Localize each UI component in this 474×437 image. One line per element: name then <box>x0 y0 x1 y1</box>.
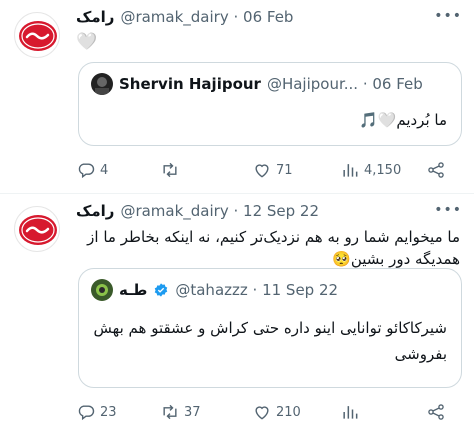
dot-separator: · <box>247 281 263 299</box>
share-button[interactable] <box>426 400 446 424</box>
retweet-icon <box>163 162 177 178</box>
retweet-button[interactable]: 37 <box>160 400 201 424</box>
tweet-date[interactable]: 12 Sep 22 <box>243 202 319 220</box>
author-handle[interactable]: @ramak_dairy <box>120 8 228 26</box>
quoted-author-handle[interactable]: @tahazzz <box>175 281 247 299</box>
quoted-author-handle[interactable]: @Hajipour... <box>267 75 358 93</box>
quoted-author-name[interactable]: Shervin Hajipour <box>119 75 261 93</box>
share-button[interactable] <box>426 158 446 182</box>
reply-icon <box>78 163 95 179</box>
verified-badge-icon <box>155 283 168 297</box>
author-handle[interactable]: @ramak_dairy <box>120 202 228 220</box>
tweet-actions: 4 71 4,150 <box>72 158 462 182</box>
author-name[interactable]: رامک <box>76 202 114 220</box>
tweet[interactable]: رامک @ramak_dairy · 12 Sep 22 ••• ما میخ… <box>0 194 474 437</box>
reply-icon <box>78 405 95 421</box>
reply-count: 23 <box>100 404 117 420</box>
dot-separator: · <box>358 75 373 93</box>
quoted-tweet-text: ما بُردیم🤍🎵 <box>358 111 447 129</box>
tweet[interactable]: رامک @ramak_dairy · 06 Feb ••• 🤍 Shervin… <box>0 0 474 193</box>
quoted-author-name[interactable]: طـه <box>119 281 147 299</box>
retweet-count: 37 <box>184 404 201 420</box>
tweet-text: 🤍 <box>76 32 98 52</box>
dot-separator: · <box>228 8 244 26</box>
tweet-actions: 23 37 210 <box>72 400 462 424</box>
more-options-icon[interactable]: ••• <box>434 202 462 218</box>
quoted-tweet-date[interactable]: 11 Sep 22 <box>262 281 338 299</box>
reply-button[interactable]: 4 <box>76 158 108 182</box>
like-count: 71 <box>276 162 293 178</box>
share-icon <box>428 404 444 420</box>
dot-separator: · <box>228 202 244 220</box>
retweet-button[interactable] <box>160 158 184 182</box>
view-count: 4,150 <box>364 162 402 178</box>
views-button[interactable] <box>340 400 364 424</box>
views-button[interactable]: 4,150 <box>340 158 401 182</box>
like-button[interactable]: 210 <box>252 400 301 424</box>
quoted-tweet-date[interactable]: 06 Feb <box>372 75 422 93</box>
quoted-author-avatar[interactable] <box>91 73 113 95</box>
tweet-date[interactable]: 06 Feb <box>243 8 293 26</box>
ramak-logo-avatar[interactable] <box>14 206 60 252</box>
heart-icon <box>255 164 269 178</box>
quoted-tweet[interactable]: Shervin Hajipour @Hajipour... · 06 Feb م… <box>78 62 462 146</box>
views-chart-icon <box>343 164 358 177</box>
author-name[interactable]: رامک <box>76 8 114 26</box>
reply-count: 4 <box>100 162 109 178</box>
like-button[interactable]: 71 <box>252 158 293 182</box>
quoted-tweet[interactable]: طـه @tahazzz · 11 Sep 22 شیرکاکائو توانا… <box>78 268 462 388</box>
reply-button[interactable]: 23 <box>76 400 117 424</box>
more-options-icon[interactable]: ••• <box>434 8 462 24</box>
retweet-icon <box>163 404 177 420</box>
views-chart-icon <box>343 406 358 419</box>
heart-icon <box>255 406 269 420</box>
like-count: 210 <box>276 404 301 420</box>
share-icon <box>428 162 444 178</box>
ramak-logo-avatar[interactable] <box>14 12 60 58</box>
tweet-text: ما میخوایم شما رو به هم نزدیک‌تر کنیم، ن… <box>87 228 460 268</box>
quoted-author-avatar[interactable] <box>91 279 113 301</box>
quoted-tweet-text: شیرکاکائو توانایی اینو داره حتی کراش و ع… <box>93 319 447 363</box>
